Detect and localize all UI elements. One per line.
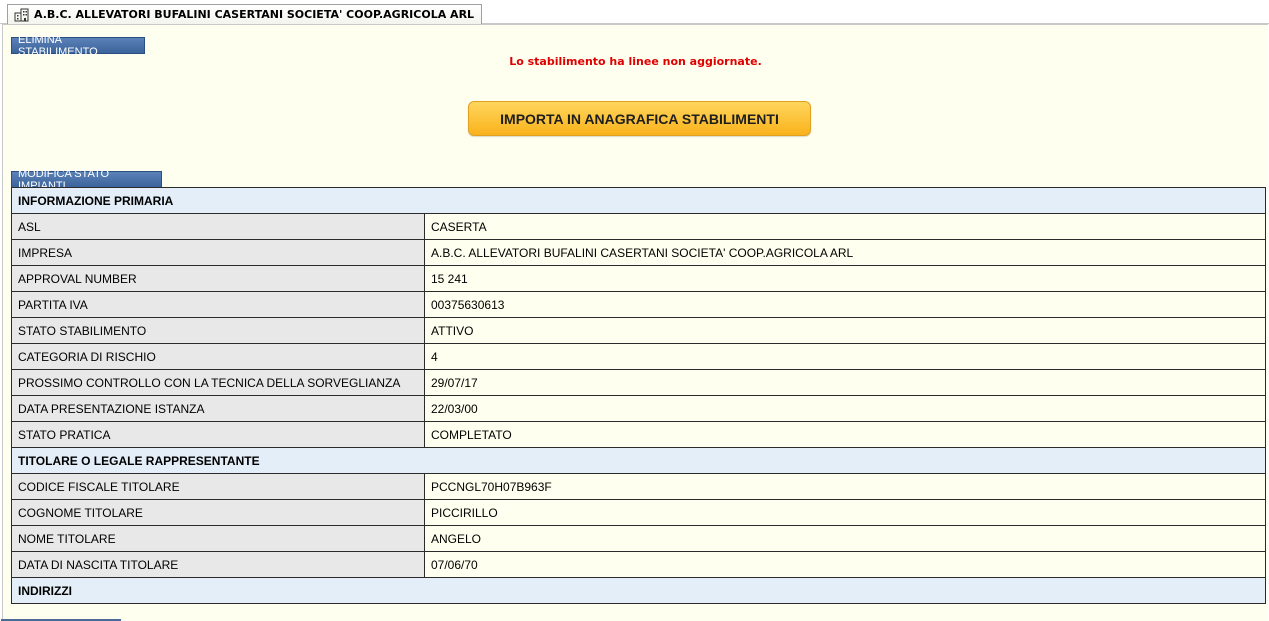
row-value: 4: [424, 343, 1266, 370]
row-label: DATA DI NASCITA TITOLARE: [11, 551, 425, 578]
row-label: IMPRESA: [11, 239, 425, 266]
table-row: IMPRESA A.B.C. ALLEVATORI BUFALINI CASER…: [11, 239, 1266, 266]
row-label: CATEGORIA DI RISCHIO: [11, 343, 425, 370]
row-label: DATA PRESENTAZIONE ISTANZA: [11, 395, 425, 422]
table-row: DATA DI NASCITA TITOLARE 07/06/70: [11, 551, 1266, 578]
table-row: CATEGORIA DI RISCHIO 4: [11, 343, 1266, 370]
row-label: APPROVAL NUMBER: [11, 265, 425, 292]
table-row: PARTITA IVA 00375630613: [11, 291, 1266, 318]
table-row: DATA PRESENTAZIONE ISTANZA 22/03/00: [11, 395, 1266, 422]
row-label: NOME TITOLARE: [11, 525, 425, 552]
table-row: COGNOME TITOLARE PICCIRILLO: [11, 499, 1266, 526]
tab-stabilimento[interactable]: A.B.C. ALLEVATORI BUFALINI CASERTANI SOC…: [7, 4, 483, 24]
row-value: A.B.C. ALLEVATORI BUFALINI CASERTANI SOC…: [424, 239, 1266, 266]
row-label: PARTITA IVA: [11, 291, 425, 318]
warning-message: Lo stabilimento ha linee non aggiornate.: [509, 55, 762, 68]
row-value: 07/06/70: [424, 551, 1266, 578]
section-header: INFORMAZIONE PRIMARIA: [11, 187, 1266, 214]
row-label: STATO STABILIMENTO: [11, 317, 425, 344]
row-value: 22/03/00: [424, 395, 1266, 422]
row-label: PROSSIMO CONTROLLO CON LA TECNICA DELLA …: [11, 369, 425, 396]
section-title: TITOLARE O LEGALE RAPPRESENTANTE: [11, 447, 1266, 474]
section-title: INFORMAZIONE PRIMARIA: [11, 187, 1266, 214]
row-label: COGNOME TITOLARE: [11, 499, 425, 526]
elimina-stabilimento-button[interactable]: ELIMINA STABILIMENTO: [11, 34, 145, 58]
row-value: 29/07/17: [424, 369, 1266, 396]
row-value: ANGELO: [424, 525, 1266, 552]
importa-anagrafica-button[interactable]: IMPORTA IN ANAGRAFICA STABILIMENTI: [468, 101, 811, 136]
table-row: ASL CASERTA: [11, 213, 1266, 240]
row-label: CODICE FISCALE TITOLARE: [11, 473, 425, 500]
row-value: COMPLETATO: [424, 421, 1266, 448]
section-header: TITOLARE O LEGALE RAPPRESENTANTE: [11, 447, 1266, 474]
section-header: INDIRIZZI: [11, 577, 1266, 604]
table-row: STATO STABILIMENTO ATTIVO: [11, 317, 1266, 344]
modifica-stato-impianti-button[interactable]: MODIFICA STATO IMPIANTI: [11, 168, 162, 192]
row-value: PCCNGL70H07B963F: [424, 473, 1266, 500]
row-value: 00375630613: [424, 291, 1266, 318]
row-label: STATO PRATICA: [11, 421, 425, 448]
row-label: ASL: [11, 213, 425, 240]
row-value: CASERTA: [424, 213, 1266, 240]
building-icon: [14, 8, 30, 22]
info-table: INFORMAZIONE PRIMARIA ASL CASERTA IMPRES…: [11, 187, 1266, 604]
detail-panel: ELIMINA STABILIMENTO Lo stabilimento ha …: [2, 24, 1268, 621]
section-title: INDIRIZZI: [11, 577, 1266, 604]
row-value: ATTIVO: [424, 317, 1266, 344]
row-value: 15 241: [424, 265, 1266, 292]
table-row: PROSSIMO CONTROLLO CON LA TECNICA DELLA …: [11, 369, 1266, 396]
table-row: STATO PRATICA COMPLETATO: [11, 421, 1266, 448]
table-row: NOME TITOLARE ANGELO: [11, 525, 1266, 552]
table-row: APPROVAL NUMBER 15 241: [11, 265, 1266, 292]
table-row: CODICE FISCALE TITOLARE PCCNGL70H07B963F: [11, 473, 1266, 500]
tab-title: A.B.C. ALLEVATORI BUFALINI CASERTANI SOC…: [34, 8, 475, 21]
row-value: PICCIRILLO: [424, 499, 1266, 526]
